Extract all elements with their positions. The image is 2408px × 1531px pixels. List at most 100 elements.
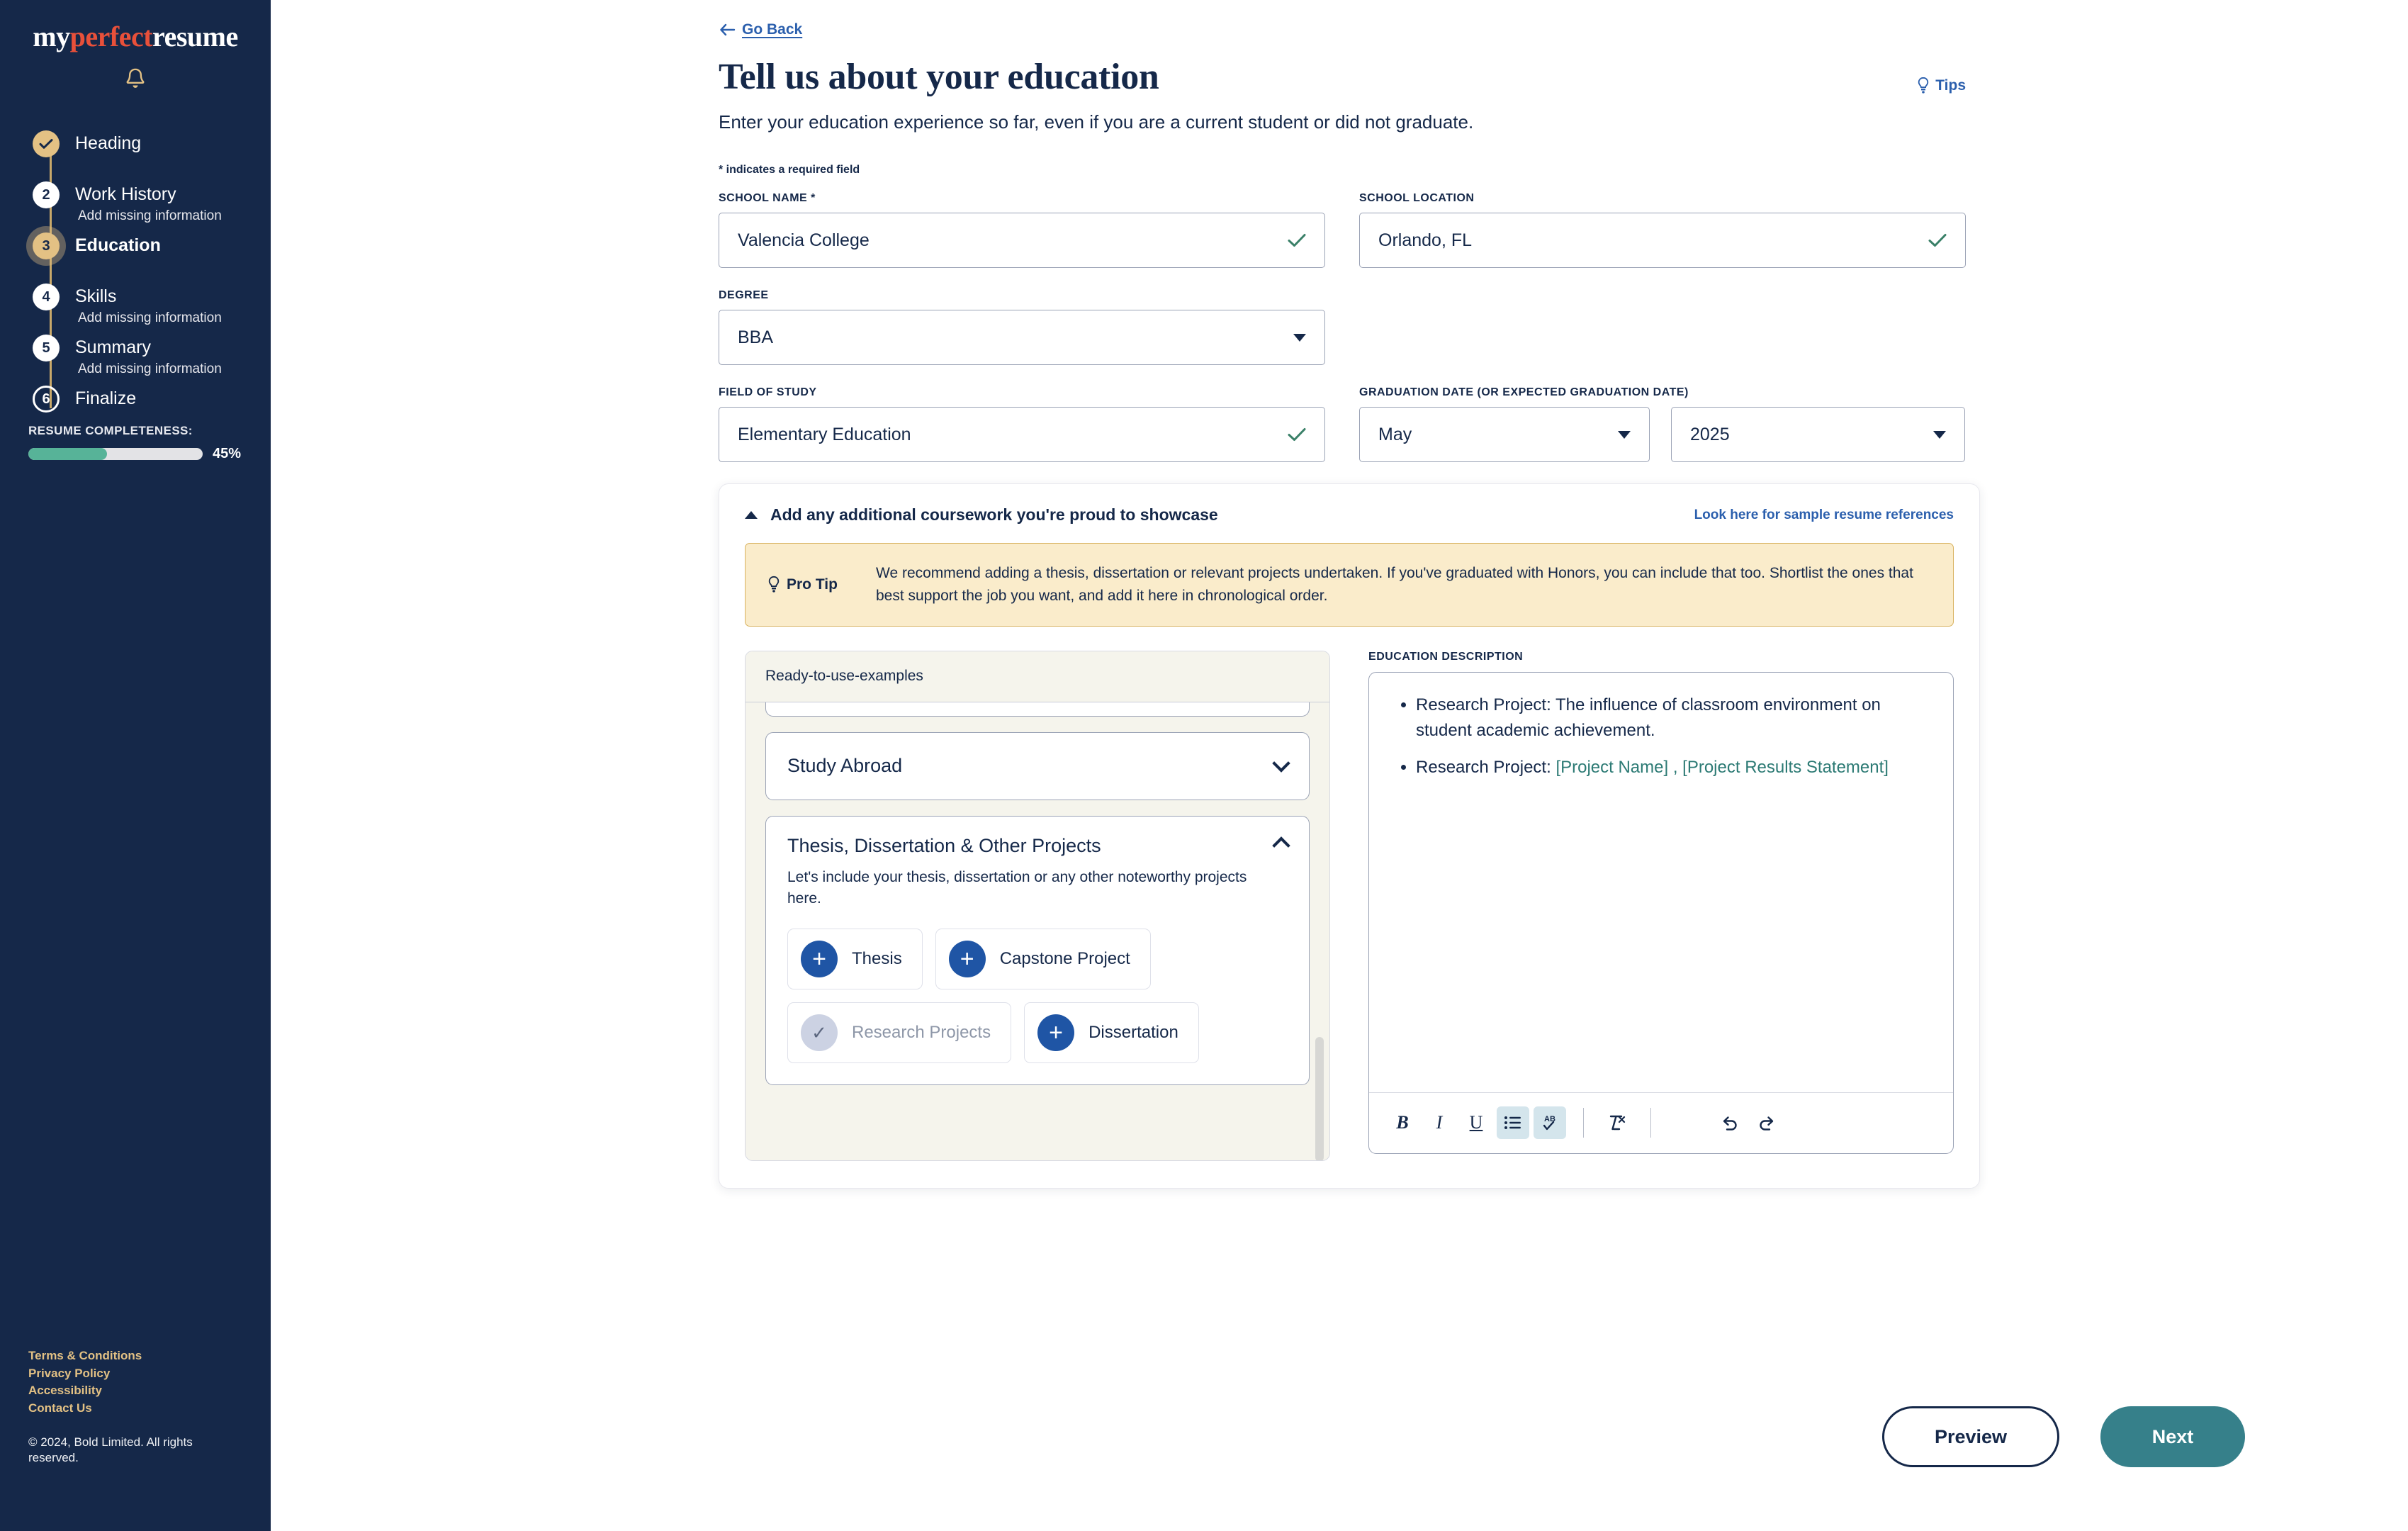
bold-icon[interactable]: B bbox=[1386, 1106, 1419, 1139]
bullet-list-icon[interactable] bbox=[1497, 1106, 1530, 1140]
bullet-2-placeholder: [Project Name] , [Project Results Statem… bbox=[1555, 757, 1889, 777]
sample-references-link[interactable]: Look here for sample resume references bbox=[1694, 507, 1954, 523]
sidebar-item-work-history[interactable]: 2 Work History Add missing information bbox=[33, 181, 271, 232]
required-field-note: * indicates a required field bbox=[719, 164, 860, 176]
arrow-left-icon bbox=[719, 23, 736, 37]
next-button[interactable]: Next bbox=[2100, 1406, 2245, 1467]
list-item: Research Project: [Project Name] , [Proj… bbox=[1416, 755, 1929, 780]
step-5-label: Summary bbox=[75, 337, 151, 357]
graduation-month-value: May bbox=[1378, 424, 1412, 444]
chevron-up-icon bbox=[1272, 836, 1290, 855]
progress-fill bbox=[28, 448, 107, 460]
degree-value: BBA bbox=[738, 327, 774, 347]
example-item-study-abroad-label: Study Abroad bbox=[787, 755, 903, 777]
footer-link-contact[interactable]: Contact Us bbox=[28, 1401, 241, 1416]
bell-icon[interactable] bbox=[124, 67, 147, 91]
brand-logo[interactable]: myperfectresume bbox=[0, 0, 271, 53]
copyright-text: © 2024, Bold Limited. All rights reserve… bbox=[28, 1435, 193, 1464]
step-5-text: Summary Add missing information bbox=[75, 335, 222, 377]
tips-button[interactable]: Tips bbox=[1916, 77, 1966, 95]
italic-icon[interactable]: I bbox=[1423, 1106, 1456, 1139]
footer-link-terms[interactable]: Terms & Conditions bbox=[28, 1348, 241, 1364]
sidebar-item-education[interactable]: 3 Education bbox=[33, 232, 271, 284]
step-6-text: Finalize bbox=[75, 386, 136, 409]
step-4-label: Skills bbox=[75, 286, 117, 306]
sidebar-item-skills[interactable]: 4 Skills Add missing information bbox=[33, 284, 271, 335]
plus-icon: + bbox=[1037, 1014, 1075, 1051]
example-item-thesis-description: Let's include your thesis, dissertation … bbox=[787, 868, 1247, 907]
step-1-text: Heading bbox=[75, 130, 141, 154]
toolbar-separator bbox=[1650, 1108, 1652, 1138]
school-location-value: Orlando, FL bbox=[1378, 230, 1473, 250]
chip-research-projects[interactable]: ✓ Research Projects bbox=[787, 1002, 1012, 1063]
redo-icon[interactable] bbox=[1750, 1106, 1783, 1139]
chevron-down-icon bbox=[1933, 430, 1946, 439]
field-of-study-input[interactable]: Elementary Education bbox=[719, 407, 1325, 463]
step-4-sublabel: Add missing information bbox=[78, 310, 222, 325]
form-row-2-spacer bbox=[1359, 289, 1966, 365]
step-3-text: Education bbox=[75, 232, 161, 256]
chip-capstone-project[interactable]: + Capstone Project bbox=[935, 928, 1151, 989]
school-name-input[interactable]: Valencia College bbox=[719, 213, 1325, 269]
graduation-month-select[interactable]: May bbox=[1359, 407, 1650, 463]
chip-research-projects-label: Research Projects bbox=[852, 1022, 991, 1042]
sidebar-footer: Terms & Conditions Privacy Policy Access… bbox=[28, 1348, 241, 1466]
examples-panel-body: Study Abroad Thesis, Dissertation & Othe… bbox=[746, 702, 1329, 1160]
content-column: Go Back Tell us about your education Tip… bbox=[719, 0, 1980, 1189]
plus-icon: + bbox=[801, 940, 838, 977]
education-description-editor[interactable]: Research Project: The influence of class… bbox=[1368, 671, 1954, 1154]
spellcheck-icon[interactable]: AB bbox=[1534, 1106, 1567, 1140]
example-item-partial[interactable] bbox=[765, 702, 1310, 717]
chip-capstone-project-label: Capstone Project bbox=[999, 948, 1130, 968]
undo-icon[interactable] bbox=[1714, 1106, 1746, 1139]
education-description-label: EDUCATION DESCRIPTION bbox=[1368, 650, 1524, 663]
graduation-year-select[interactable]: 2025 bbox=[1671, 407, 1965, 463]
editor-content[interactable]: Research Project: The influence of class… bbox=[1369, 673, 1953, 1092]
valid-check-icon bbox=[1928, 233, 1947, 247]
step-5-circle: 5 bbox=[33, 335, 60, 361]
field-of-study-value: Elementary Education bbox=[738, 424, 911, 444]
ready-to-use-examples-panel: Ready-to-use-examples Study Abroad Thesi… bbox=[745, 650, 1331, 1161]
examples-scrollbar[interactable] bbox=[1315, 710, 1324, 1160]
valid-check-icon bbox=[1288, 427, 1306, 442]
education-form: SCHOOL NAME * Valencia College SCHOOL LO… bbox=[719, 192, 1966, 463]
brand-part-my: my bbox=[33, 21, 70, 52]
clear-formatting-icon[interactable] bbox=[1601, 1106, 1633, 1139]
stepper: Heading 2 Work History Add missing infor… bbox=[0, 130, 271, 437]
graduation-year-value: 2025 bbox=[1690, 424, 1730, 444]
footer-link-privacy[interactable]: Privacy Policy bbox=[28, 1366, 241, 1381]
sidebar-item-summary[interactable]: 5 Summary Add missing information bbox=[33, 335, 271, 386]
school-location-input[interactable]: Orlando, FL bbox=[1359, 213, 1966, 269]
go-back-link[interactable]: Go Back bbox=[719, 21, 802, 38]
chip-thesis[interactable]: + Thesis bbox=[787, 928, 923, 989]
page-subtitle: Enter your education experience so far, … bbox=[719, 111, 1474, 133]
page-title: Tell us about your education bbox=[719, 57, 1159, 97]
chevron-down-icon bbox=[1618, 430, 1631, 439]
underline-icon[interactable]: U bbox=[1460, 1106, 1492, 1139]
form-row-2: DEGREE BBA bbox=[719, 289, 1966, 366]
coursework-header-left[interactable]: Add any additional coursework you're pro… bbox=[745, 505, 1218, 525]
progress-percent: 45% bbox=[212, 446, 241, 461]
completeness-bar-row: 45% bbox=[28, 446, 241, 462]
toolbar-separator bbox=[1583, 1108, 1585, 1138]
example-item-thesis-group: Thesis, Dissertation & Other Projects Le… bbox=[765, 815, 1310, 1085]
brand-part-perfect: perfect bbox=[69, 21, 153, 52]
brand-part-resume: resume bbox=[152, 21, 238, 52]
valid-check-icon bbox=[1288, 233, 1306, 247]
lightbulb-icon bbox=[767, 576, 781, 594]
footer-link-accessibility[interactable]: Accessibility bbox=[28, 1383, 241, 1398]
chip-dissertation[interactable]: + Dissertation bbox=[1024, 1002, 1199, 1063]
coursework-header: Add any additional coursework you're pro… bbox=[745, 505, 1954, 525]
notification-area bbox=[0, 67, 271, 95]
degree-select[interactable]: BBA bbox=[719, 310, 1325, 366]
app-root: myperfectresume Heading 2 Work History A… bbox=[0, 0, 2408, 1531]
examples-panel-header: Ready-to-use-examples bbox=[746, 651, 1330, 702]
example-item-study-abroad[interactable]: Study Abroad bbox=[765, 731, 1310, 800]
examples-scrollbar-thumb[interactable] bbox=[1315, 1036, 1324, 1160]
preview-button[interactable]: Preview bbox=[1882, 1406, 2059, 1467]
education-description-column: EDUCATION DESCRIPTION Research Project: … bbox=[1368, 651, 1954, 1161]
chevron-down-icon bbox=[1293, 333, 1306, 342]
example-item-thesis-header[interactable]: Thesis, Dissertation & Other Projects bbox=[787, 835, 1290, 857]
sidebar-item-heading[interactable]: Heading bbox=[33, 130, 271, 181]
degree-field: DEGREE BBA bbox=[719, 289, 1325, 366]
